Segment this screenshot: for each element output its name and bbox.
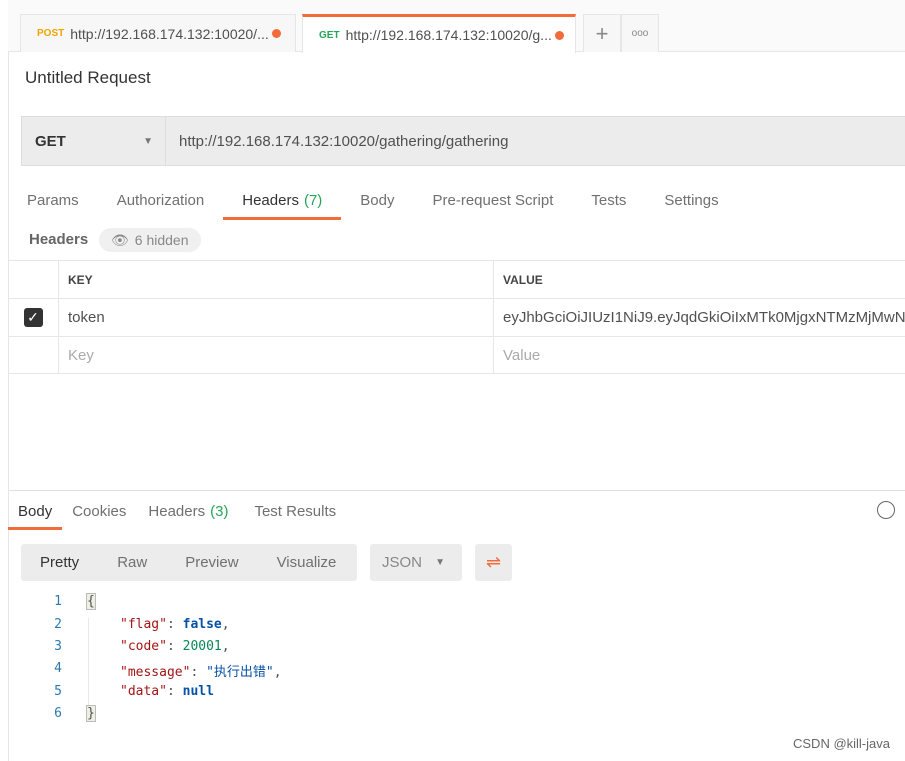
tab-label: Body xyxy=(360,191,395,209)
tab-cookies[interactable]: Cookies xyxy=(62,492,136,530)
tab-pre-request-script[interactable]: Pre-request Script xyxy=(414,180,573,220)
comma: , xyxy=(273,665,282,680)
column-value: VALUE xyxy=(503,272,543,287)
view-raw[interactable]: Raw xyxy=(98,554,166,571)
tab-test-results[interactable]: Test Results xyxy=(240,492,350,530)
comma: , xyxy=(221,617,230,632)
divider xyxy=(8,490,9,761)
watermark: CSDN @kill-java xyxy=(793,736,890,751)
tab-response-headers[interactable]: Headers (3) xyxy=(136,492,240,530)
json-value: null xyxy=(182,684,214,699)
tab-label: Body xyxy=(18,502,53,520)
view-preview[interactable]: Preview xyxy=(166,554,257,571)
headers-label: Headers xyxy=(29,231,89,248)
new-value-input[interactable]: Value xyxy=(494,337,905,373)
unsaved-dot-icon xyxy=(554,30,564,40)
json-key: "flag" xyxy=(120,617,167,632)
tab-label: Test Results xyxy=(254,502,337,520)
view-visualize[interactable]: Visualize xyxy=(258,554,356,571)
hidden-headers-toggle[interactable]: 👁 6 hidden xyxy=(99,228,201,252)
response-tabs: Body Cookies Headers (3) Test Results xyxy=(8,492,350,530)
tab-label: Cookies xyxy=(72,502,127,520)
wrap-lines-icon[interactable]: ⇌ xyxy=(475,544,512,581)
url-bar: GET ▼ http://192.168.174.132:10020/gathe… xyxy=(21,116,905,166)
url-input[interactable]: http://192.168.174.132:10020/gathering/g… xyxy=(166,117,508,165)
header-key-input[interactable]: token xyxy=(59,299,494,336)
json-value: 20001 xyxy=(182,639,222,654)
tab-label: Authorization xyxy=(116,191,205,209)
chevron-down-icon: ▼ xyxy=(435,557,445,568)
new-tab-plus-icon[interactable]: + xyxy=(583,14,621,52)
checkbox-checked[interactable]: ✓ xyxy=(23,308,43,327)
line-number: 4 xyxy=(54,661,62,676)
tab-label: Headers xyxy=(148,502,206,520)
open-brace: { xyxy=(86,593,96,610)
table-row-empty: Key Value xyxy=(8,336,905,374)
table-row: ✓ token eyJhbGciOiJIUzI1NiJ9.eyJqdGkiOiI… xyxy=(8,298,905,336)
view-pretty[interactable]: Pretty xyxy=(21,554,98,571)
tab-tests[interactable]: Tests xyxy=(572,180,645,220)
more-tabs-icon[interactable]: ooo xyxy=(621,14,659,52)
hidden-count: 6 hidden xyxy=(134,232,189,248)
tab-label: Pre-request Script xyxy=(432,191,554,209)
tab-response-body[interactable]: Body xyxy=(8,492,63,530)
column-key: KEY xyxy=(59,261,494,298)
close-brace: } xyxy=(86,705,96,722)
table-header-row: KEY VALUE xyxy=(8,260,905,298)
line-number: 6 xyxy=(54,706,62,721)
tab-headers[interactable]: Headers (7) xyxy=(223,180,342,220)
pane-divider[interactable] xyxy=(8,490,905,491)
method-select[interactable]: GET ▼ xyxy=(22,117,166,165)
tab-label: Settings xyxy=(664,191,719,209)
request-title[interactable]: Untitled Request xyxy=(25,68,151,88)
request-tab-bar: POST http://192.168.174.132:10020/... GE… xyxy=(8,0,905,53)
format-select[interactable]: JSON ▼ xyxy=(370,544,462,581)
header-value-input[interactable]: eyJhbGciOiJIUzI1NiJ9.eyJqdGkiOiIxMTk0Mjg… xyxy=(494,299,905,336)
tab-count: (3) xyxy=(210,502,229,520)
tab-count: (7) xyxy=(303,191,323,209)
request-tab-post[interactable]: POST http://192.168.174.132:10020/... xyxy=(20,14,296,52)
json-key: "code" xyxy=(120,639,167,654)
json-value: "执行出错" xyxy=(206,665,274,680)
tab-authorization[interactable]: Authorization xyxy=(98,180,224,220)
tab-url: http://192.168.174.132:10020/... xyxy=(70,25,269,42)
tab-label: Params xyxy=(27,191,79,209)
line-number: 3 xyxy=(54,639,62,654)
line-number: 1 xyxy=(54,594,62,609)
method-label: GET xyxy=(319,29,340,41)
view-mode-selector: Pretty Raw Preview Visualize xyxy=(21,544,357,581)
eye-icon: 👁 xyxy=(111,231,129,248)
tab-params[interactable]: Params xyxy=(8,180,98,220)
method-label: POST xyxy=(37,28,65,39)
request-tab-get[interactable]: GET http://192.168.174.132:10020/g... xyxy=(302,14,576,53)
tab-label: Tests xyxy=(591,191,627,209)
method-value: GET xyxy=(35,132,66,150)
tab-body[interactable]: Body xyxy=(341,180,413,220)
format-value: JSON xyxy=(382,554,423,571)
json-key: "message" xyxy=(120,665,191,680)
headers-table: KEY VALUE ✓ token eyJhbGciOiJIUzI1NiJ9.e… xyxy=(8,260,905,374)
line-number: 5 xyxy=(54,684,62,699)
new-key-input[interactable]: Key xyxy=(59,337,494,373)
line-number: 2 xyxy=(54,617,62,632)
tab-settings[interactable]: Settings xyxy=(645,180,737,220)
comma: , xyxy=(221,639,230,654)
json-value: false xyxy=(182,617,222,632)
request-tabs: Params Authorization Headers (7) Body Pre… xyxy=(8,180,738,220)
chevron-down-icon: ▼ xyxy=(143,135,153,147)
globe-icon[interactable] xyxy=(877,501,895,519)
unsaved-dot-icon xyxy=(271,29,281,38)
indent-guide xyxy=(88,618,89,710)
tab-label: Headers xyxy=(242,191,299,209)
tab-url: http://192.168.174.132:10020/g... xyxy=(345,27,552,43)
json-key: "data" xyxy=(120,684,167,699)
